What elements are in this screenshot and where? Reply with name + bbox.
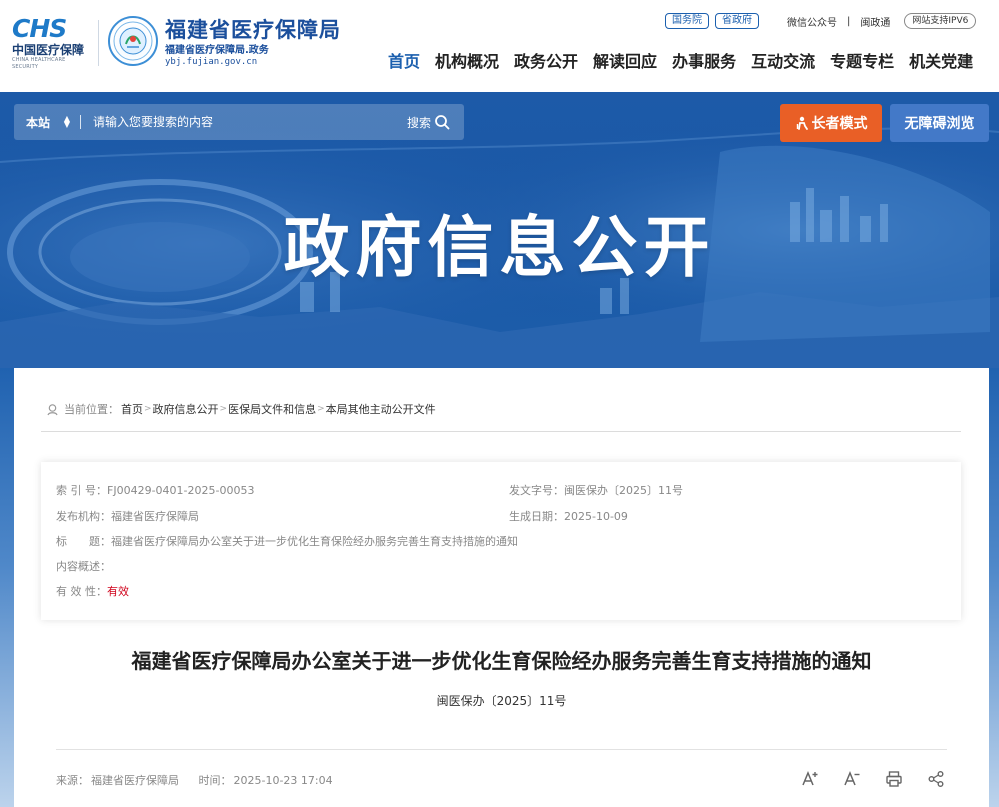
min-zheng-tong-link[interactable]: 闽政通	[860, 14, 890, 29]
content-panel: 当前位置： 首页 > 政府信息公开 > 医保局文件和信息 > 本局其他主动公开文…	[14, 368, 989, 807]
nav-item-government-affairs[interactable]: 政务公开	[514, 52, 578, 72]
breadcrumb-divider	[41, 431, 961, 432]
meta-issuer-value: 福建省医疗保障局	[111, 510, 199, 523]
accessible-browse-button[interactable]: 无障碍浏览	[890, 104, 989, 142]
breadcrumb-item-bureau-files[interactable]: 医保局文件和信息	[228, 401, 316, 417]
site-name-block[interactable]: 福建省医疗保障局 福建省医疗保障局.政务 ybj.fujian.gov.cn	[165, 17, 341, 68]
breadcrumb: 当前位置： 首页 > 政府信息公开 > 医保局文件和信息 > 本局其他主动公开文…	[46, 401, 436, 417]
search-icon	[435, 115, 450, 130]
top-links-divider: |	[847, 15, 851, 27]
print-icon[interactable]	[885, 770, 903, 788]
time-value: 2025-10-23 17:04	[233, 774, 333, 787]
search-scope-select[interactable]: 本站 ▲ ▼	[14, 114, 80, 131]
updown-arrows-icon: ▲ ▼	[63, 114, 70, 129]
site-subtitle: 福建省医疗保障局.政务	[165, 45, 269, 56]
meta-index-value: FJ00429-0401-2025-00053	[107, 484, 255, 497]
breadcrumb-item-other-files[interactable]: 本局其他主动公开文件	[326, 401, 436, 417]
meta-summary: 内容概述：	[56, 560, 111, 574]
font-increase-icon[interactable]	[801, 770, 819, 788]
nav-item-home[interactable]: 首页	[388, 52, 420, 72]
article-title: 福建省医疗保障局办公室关于进一步优化生育保险经办服务完善生育支持措施的通知	[131, 649, 872, 673]
chs-logo-mark: CHS	[12, 14, 67, 43]
province-gov-link[interactable]: 省政府	[715, 13, 759, 29]
location-pin-icon	[47, 403, 58, 415]
meta-summary-label: 内容概述：	[56, 560, 111, 573]
meta-validity-value: 有效	[107, 585, 129, 598]
banner-title: 政府信息公开	[283, 209, 716, 286]
breadcrumb-item-info-disclosure[interactable]: 政府信息公开	[153, 401, 219, 417]
main-nav: 首页 机构概况 政务公开 解读回应 办事服务 互动交流 专题专栏 机关党建	[388, 52, 973, 72]
meta-issuer-label: 发布机构：	[56, 510, 111, 523]
top-links: 国务院 省政府 微信公众号 | 闽政通 网站支持IPV6	[665, 12, 977, 30]
state-council-link[interactable]: 国务院	[665, 13, 709, 29]
meta-date: 生成日期：2025-10-09	[509, 510, 628, 524]
article-divider	[56, 749, 947, 750]
meta-index: 索 引 号：FJ00429-0401-2025-00053	[56, 484, 254, 498]
chs-logo-cn: 中国医疗保障	[12, 43, 85, 57]
logo-divider	[98, 20, 99, 66]
meta-doc-number-label: 发文字号：	[509, 484, 564, 497]
meta-doc-number: 发文字号：闽医保办〔2025〕11号	[509, 484, 683, 498]
source-value: 福建省医疗保障局	[91, 774, 179, 787]
article-tools	[777, 770, 945, 788]
nav-item-interpretation[interactable]: 解读回应	[593, 52, 657, 72]
meta-validity-label: 有 效 性：	[56, 585, 107, 598]
accessible-browse-label: 无障碍浏览	[904, 116, 975, 132]
bureau-emblem-icon[interactable]	[108, 16, 158, 66]
breadcrumb-label: 当前位置：	[64, 403, 119, 416]
time-label: 时间：	[198, 774, 232, 787]
site-header: CHS 中国医疗保障 CHINA HEALTHCARE SECURITY 福建省…	[0, 0, 999, 92]
nav-item-organization[interactable]: 机构概况	[435, 52, 499, 72]
font-decrease-icon[interactable]	[843, 770, 861, 788]
chevron-right-icon: >	[317, 404, 325, 414]
nav-item-interaction[interactable]: 互动交流	[751, 52, 815, 72]
source-label: 来源：	[56, 774, 89, 787]
nav-item-topics[interactable]: 专题专栏	[830, 52, 894, 72]
chs-logo-en: CHINA HEALTHCARE SECURITY	[12, 57, 66, 70]
meta-doc-number-value: 闽医保办〔2025〕11号	[564, 484, 683, 497]
chevron-right-icon: >	[144, 404, 152, 414]
document-meta-box: 索 引 号：FJ00429-0401-2025-00053 发文字号：闽医保办〔…	[41, 462, 961, 620]
article-doc-number: 闽医保办〔2025〕11号	[436, 694, 567, 708]
meta-index-label: 索 引 号：	[56, 484, 107, 497]
search-bar: 本站 ▲▼ 搜索	[14, 104, 464, 140]
meta-validity: 有 效 性：有效	[56, 585, 129, 599]
meta-title: 标 题：福建省医疗保障局办公室关于进一步优化生育保险经办服务完善生育支持措施的通…	[56, 535, 518, 549]
meta-date-label: 生成日期：	[509, 510, 564, 523]
site-name: 福建省医疗保障局	[165, 18, 341, 42]
elder-person-icon	[796, 116, 808, 130]
search-scope-value: 本站	[26, 115, 51, 130]
breadcrumb-item-home[interactable]: 首页	[121, 401, 143, 417]
search-input[interactable]	[81, 115, 407, 129]
meta-issuer: 发布机构：福建省医疗保障局	[56, 510, 199, 524]
meta-title-value: 福建省医疗保障局办公室关于进一步优化生育保险经办服务完善生育支持措施的通知	[111, 535, 518, 548]
chs-logo[interactable]: CHS 中国医疗保障 CHINA HEALTHCARE SECURITY	[12, 14, 90, 71]
nav-item-party-building[interactable]: 机关党建	[909, 52, 973, 72]
nav-item-services[interactable]: 办事服务	[672, 52, 736, 72]
site-url: ybj.fujian.gov.cn	[165, 57, 258, 67]
elder-mode-button[interactable]: 长者模式	[780, 104, 882, 142]
meta-date-value: 2025-10-09	[564, 510, 628, 523]
search-button-label: 搜索	[406, 115, 431, 130]
wechat-link[interactable]: 微信公众号	[787, 14, 837, 29]
ipv6-badge: 网站支持IPV6	[904, 13, 977, 29]
meta-title-label: 标 题：	[56, 535, 111, 548]
elder-mode-label: 长者模式	[811, 116, 868, 132]
search-button[interactable]: 搜索	[407, 114, 464, 131]
chevron-right-icon: >	[219, 404, 228, 414]
article-source-line: 来源： 福建省医疗保障局 时间： 2025-10-23 17:04	[56, 772, 335, 788]
share-icon[interactable]	[927, 770, 945, 788]
banner: 本站 ▲▼ 搜索 长者模式 无障碍浏览 政府信息公开	[0, 92, 999, 368]
